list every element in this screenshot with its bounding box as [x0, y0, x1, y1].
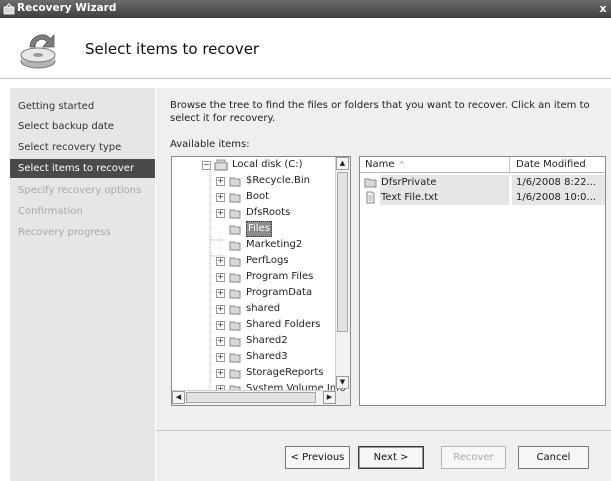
tree-node-label: Shared2: [246, 335, 288, 346]
available-items-label: Available items:: [170, 139, 250, 150]
nav-step-specify-recovery-options: Specify recovery options: [18, 185, 142, 196]
instruction-text: Browse the tree to find the files or fol…: [170, 100, 590, 124]
recovery-wizard-window: Recovery Wizard x Select items to recove…: [0, 0, 611, 481]
tree-node-label: ProgramData: [246, 287, 313, 298]
folder-icon: [229, 241, 241, 251]
scroll-thumb[interactable]: [337, 172, 348, 332]
recovery-wizard-icon: [3, 3, 15, 15]
list-item-name: DfsrPrivate: [380, 175, 509, 190]
wizard-content: Browse the tree to find the files or fol…: [156, 88, 611, 481]
expand-icon[interactable]: +: [216, 209, 225, 218]
tree-node-label: PerfLogs: [246, 255, 289, 266]
expand-icon[interactable]: +: [216, 353, 225, 362]
tree-node-label: Marketing2: [246, 239, 303, 250]
folder-icon: [229, 209, 241, 219]
nav-step-getting-started[interactable]: Getting started: [10, 97, 155, 116]
recover-button: Recover: [441, 446, 506, 469]
folder-icon: [229, 353, 241, 363]
previous-button[interactable]: < Previous: [285, 446, 350, 469]
expand-icon[interactable]: +: [216, 257, 225, 266]
nav-step-select-backup-date[interactable]: Select backup date: [10, 117, 155, 136]
scroll-thumb[interactable]: [186, 392, 316, 403]
expand-icon[interactable]: +: [216, 337, 225, 346]
tree-horizontal-scrollbar[interactable]: ◀ ▶: [172, 390, 336, 405]
list-header: Name ^ Date Modified: [360, 157, 605, 173]
tree-node-label: Files: [246, 221, 272, 237]
folder-icon: [229, 369, 241, 379]
scroll-down-arrow-icon[interactable]: ▼: [336, 376, 349, 389]
scroll-left-arrow-icon[interactable]: ◀: [172, 391, 185, 404]
tree-node-label: StorageReports: [246, 367, 324, 378]
backup-disk-icon: [20, 34, 56, 69]
folder-icon: [229, 305, 241, 315]
folder-icon: [364, 178, 377, 188]
tree-node-label: Boot: [246, 191, 270, 202]
list-item[interactable]: DfsrPrivate 1/6/2008 8:22...: [360, 175, 605, 190]
list-item-date: 1/6/2008 8:22...: [512, 175, 605, 190]
expand-icon[interactable]: +: [216, 289, 225, 298]
wizard-header: Select items to recover: [0, 18, 611, 79]
expand-icon[interactable]: +: [216, 273, 225, 282]
tree-node-label: DfsRoots: [246, 207, 291, 218]
page-title: Select items to recover: [85, 40, 260, 58]
scroll-right-arrow-icon[interactable]: ▶: [323, 391, 336, 404]
column-header-label: Name: [365, 159, 395, 170]
column-header-date-modified[interactable]: Date Modified: [511, 157, 605, 172]
tree-node-label: Shared3: [246, 351, 288, 362]
expand-icon[interactable]: +: [216, 321, 225, 330]
scrollbar-corner: [336, 391, 350, 405]
folder-icon: [229, 225, 241, 235]
expand-icon[interactable]: +: [216, 369, 225, 378]
scroll-up-arrow-icon[interactable]: ▲: [336, 157, 349, 170]
tree-node-label: Program Files: [246, 271, 314, 282]
collapse-icon[interactable]: −: [202, 161, 211, 170]
list-item[interactable]: Text File.txt 1/6/2008 10:0...: [360, 190, 605, 205]
folder-icon: [229, 289, 241, 299]
list-item-name: Text File.txt: [380, 190, 509, 205]
tree-node-label: Shared Folders: [246, 319, 321, 330]
folder-icon: [229, 337, 241, 347]
tree-node-label: shared: [246, 303, 281, 314]
folder-tree[interactable]: − Local disk (C:) + $Recycle.Bin + Boot …: [171, 156, 351, 406]
nav-step-recovery-progress: Recovery progress: [18, 227, 111, 238]
expand-icon[interactable]: +: [216, 193, 225, 202]
folder-icon: [229, 273, 241, 283]
drive-icon: [214, 159, 228, 171]
text-file-icon: [366, 191, 375, 204]
next-button[interactable]: Next >: [358, 446, 424, 469]
column-header-name[interactable]: Name ^: [360, 157, 510, 172]
expand-icon[interactable]: +: [216, 305, 225, 314]
title-bar: Recovery Wizard x: [0, 0, 611, 18]
folder-icon: [229, 177, 241, 187]
expand-icon[interactable]: +: [216, 177, 225, 186]
sort-ascending-icon: ^: [398, 160, 406, 169]
window-title: Recovery Wizard: [17, 2, 117, 14]
folder-icon: [229, 257, 241, 267]
nav-step-confirmation: Confirmation: [18, 206, 83, 217]
cancel-button[interactable]: Cancel: [518, 446, 589, 469]
nav-step-select-recovery-type[interactable]: Select recovery type: [10, 138, 155, 157]
folder-icon: [229, 321, 241, 331]
button-separator: [156, 430, 611, 431]
folder-icon: [229, 193, 241, 203]
tree-node-label: Local disk (C:): [232, 159, 303, 170]
wizard-steps-nav: Getting started Select backup date Selec…: [10, 88, 155, 481]
close-button[interactable]: x: [597, 2, 609, 15]
file-list[interactable]: Name ^ Date Modified DfsrPrivate 1/6/2008…: [359, 156, 606, 406]
tree-vertical-scrollbar[interactable]: ▲ ▼: [335, 157, 350, 389]
nav-step-select-items-to-recover[interactable]: Select items to recover: [10, 159, 155, 178]
tree-node-label: $Recycle.Bin: [246, 175, 311, 186]
list-item-date: 1/6/2008 10:0...: [512, 190, 605, 205]
